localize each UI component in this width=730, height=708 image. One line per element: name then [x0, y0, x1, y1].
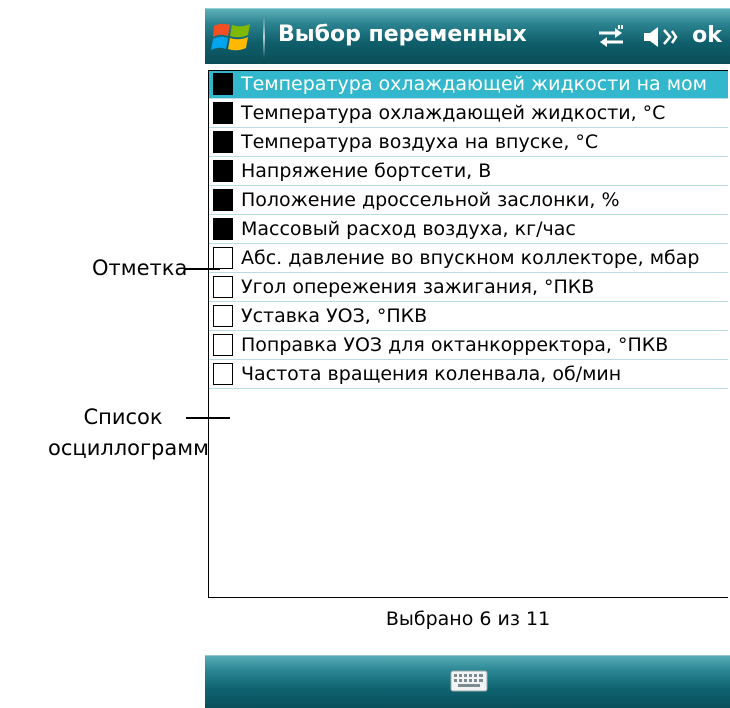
checkbox-callout-line	[184, 268, 220, 270]
checkbox[interactable]	[213, 305, 233, 327]
variable-label: Температура воздуха на впуске, °C	[241, 131, 599, 153]
variable-label: Положение дроссельной заслонки, %	[241, 189, 620, 211]
checkbox[interactable]	[213, 189, 233, 211]
checkbox[interactable]	[213, 334, 233, 356]
list-item[interactable]: Температура воздуха на впуске, °C	[209, 129, 728, 157]
variables-list[interactable]: Температура охлаждающей жидкости на мом …	[208, 70, 728, 598]
connectivity-icon[interactable]	[595, 25, 627, 49]
variable-label: Температура охлаждающей жидкости, °C	[241, 102, 666, 124]
checkbox[interactable]	[213, 363, 233, 385]
checkbox[interactable]	[213, 218, 233, 240]
checkbox[interactable]	[213, 276, 233, 298]
variable-label: Частота вращения коленвала, об/мин	[241, 363, 622, 385]
list-item[interactable]: Температура охлаждающей жидкости, °C	[209, 100, 728, 128]
title-bar: Выбор переменных ok	[205, 8, 730, 64]
list-item[interactable]: Положение дроссельной заслонки, %	[209, 187, 728, 215]
variable-label: Уставка УОЗ, °ПКВ	[241, 305, 428, 327]
variable-label: Массовый расход воздуха, кг/час	[241, 218, 576, 240]
keyboard-icon[interactable]	[450, 670, 488, 692]
variable-label: Поправка УОЗ для октанкорректора, °ПКВ	[241, 334, 669, 356]
checkbox-callout-label: Отметка	[92, 256, 188, 280]
list-item[interactable]: Температура охлаждающей жидкости на мом	[209, 71, 728, 99]
variable-label: Абс. давление во впускном коллекторе, мб…	[241, 247, 700, 269]
checkbox[interactable]	[213, 131, 233, 153]
list-item[interactable]: Поправка УОЗ для октанкорректора, °ПКВ	[209, 332, 728, 360]
menu-bar	[205, 655, 730, 708]
list-item[interactable]: Напряжение бортсети, В	[209, 158, 728, 186]
checkbox[interactable]	[213, 73, 233, 95]
list-item[interactable]: Уставка УОЗ, °ПКВ	[209, 303, 728, 331]
volume-icon[interactable]	[642, 25, 678, 49]
list-item[interactable]: Массовый расход воздуха, кг/час	[209, 216, 728, 244]
list-item[interactable]: Частота вращения коленвала, об/мин	[209, 361, 728, 389]
window-title: Выбор переменных	[278, 22, 527, 47]
selection-status: Выбрано 6 из 11	[385, 608, 551, 630]
variable-label: Угол опережения зажигания, °ПКВ	[241, 276, 595, 298]
list-callout-line1: Список	[83, 405, 163, 429]
checkbox[interactable]	[213, 160, 233, 182]
windows-start-icon[interactable]	[211, 18, 253, 56]
ok-button[interactable]: ok	[689, 20, 725, 52]
title-separator	[263, 16, 265, 58]
variable-label: Напряжение бортсети, В	[241, 160, 492, 182]
checkbox[interactable]	[213, 247, 233, 269]
list-callout-label: Список осциллограмм	[48, 402, 209, 464]
list-item[interactable]: Угол опережения зажигания, °ПКВ	[209, 274, 728, 302]
variable-label: Температура охлаждающей жидкости на мом	[241, 73, 708, 95]
list-callout-line2: осциллограмм	[48, 436, 209, 460]
list-callout-line	[186, 417, 230, 419]
list-item[interactable]: Абс. давление во впускном коллекторе, мб…	[209, 245, 728, 273]
checkbox[interactable]	[213, 102, 233, 124]
